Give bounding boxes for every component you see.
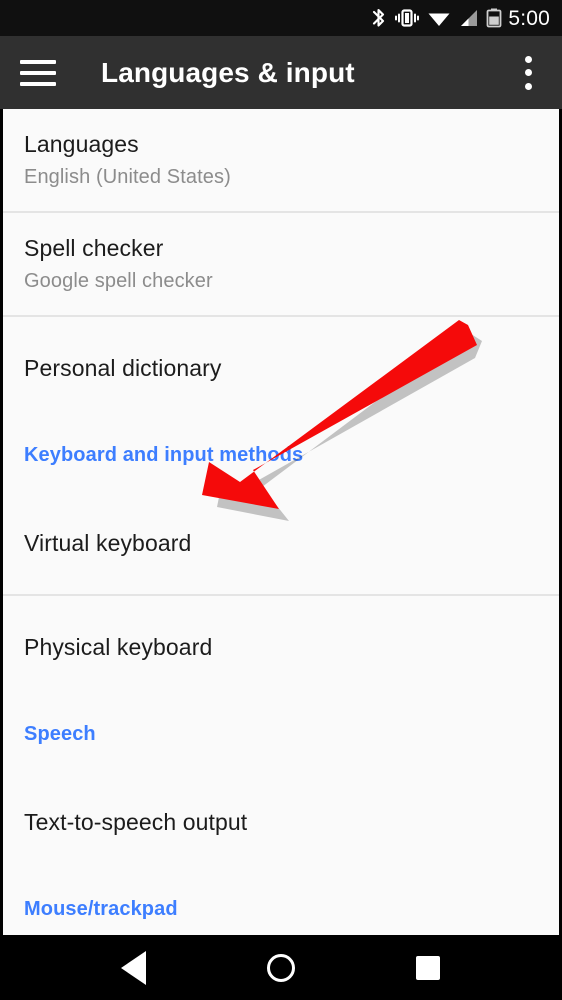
section-header-label: Speech — [24, 723, 96, 745]
section-header-label: Keyboard and input methods — [24, 444, 304, 466]
section-header-speech: Speech — [3, 698, 559, 771]
status-bar-icons — [370, 7, 502, 29]
back-triangle-icon — [121, 950, 147, 985]
section-header-keyboard-and-input-methods: Keyboard and input methods — [3, 419, 559, 492]
list-item-title: Languages — [24, 131, 139, 158]
overflow-dot-1 — [524, 55, 532, 63]
list-item-title: Virtual keyboard — [24, 529, 192, 556]
nav-home-button[interactable] — [251, 946, 311, 990]
hamburger-bar-3 — [20, 81, 56, 86]
list-item-text-to-speech-output[interactable]: Text-to-speech output — [3, 771, 559, 873]
section-header-mouse-trackpad: Mouse/trackpad — [3, 873, 559, 935]
list-item-title: Physical keyboard — [24, 633, 213, 660]
list-item-title: Spell checker — [24, 235, 164, 262]
list-item-title: Personal dictionary — [24, 354, 222, 381]
list-item-virtual-keyboard[interactable]: Virtual keyboard — [3, 492, 559, 594]
hamburger-bar-2 — [20, 70, 56, 75]
overflow-menu-icon[interactable] — [514, 55, 542, 90]
settings-list[interactable]: Languages English (United States) Spell … — [0, 109, 562, 935]
home-circle-icon — [266, 953, 295, 982]
wifi-icon — [427, 7, 451, 29]
app-bar: Languages & input — [0, 36, 562, 109]
list-item-languages[interactable]: Languages English (United States) — [3, 109, 559, 211]
list-item-personal-dictionary[interactable]: Personal dictionary — [3, 317, 559, 419]
navigation-bar — [0, 935, 562, 1000]
list-item-spell-checker[interactable]: Spell checker Google spell checker — [3, 213, 559, 315]
phone-screen: 5:00 Languages & input Languages English… — [0, 0, 562, 1000]
page-title: Languages & input — [101, 56, 355, 88]
vibrate-icon — [394, 7, 420, 29]
hamburger-menu-icon[interactable] — [20, 59, 56, 86]
nav-recents-button[interactable] — [398, 946, 458, 990]
list-item-physical-keyboard[interactable]: Physical keyboard — [3, 596, 559, 698]
nav-back-button[interactable] — [104, 946, 164, 990]
hamburger-bar-1 — [20, 59, 56, 64]
bluetooth-icon — [370, 7, 387, 29]
battery-icon — [486, 7, 502, 29]
overflow-dot-2 — [524, 69, 532, 76]
cell-signal-icon — [458, 7, 479, 29]
list-item-subtitle: Google spell checker — [24, 269, 213, 292]
recents-square-icon — [416, 955, 441, 980]
status-bar-clock: 5:00 — [508, 6, 550, 30]
status-bar: 5:00 — [0, 0, 562, 36]
section-header-label: Mouse/trackpad — [24, 898, 178, 920]
list-item-subtitle: English (United States) — [24, 165, 231, 188]
overflow-dot-3 — [524, 82, 532, 90]
list-item-title: Text-to-speech output — [24, 808, 248, 835]
